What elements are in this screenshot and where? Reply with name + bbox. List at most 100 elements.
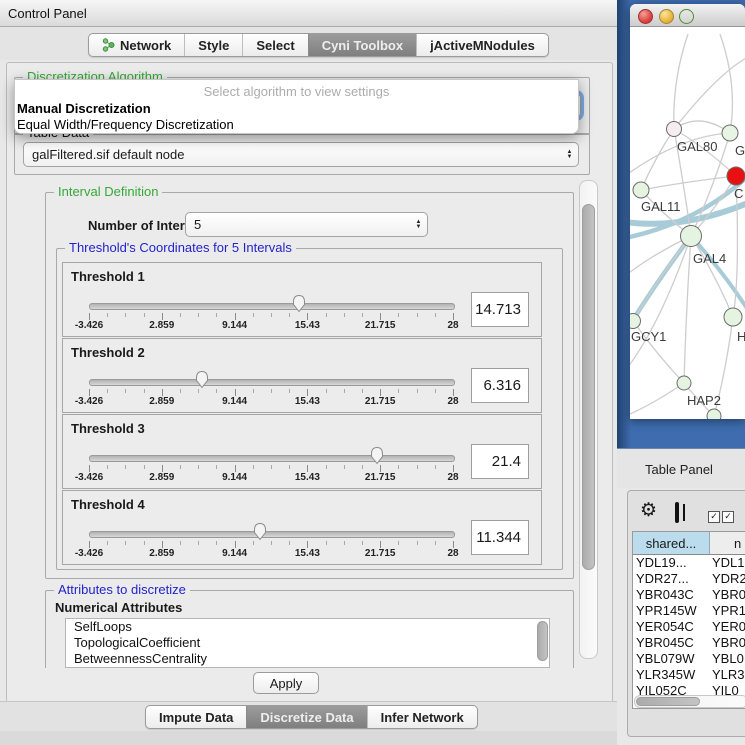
threshold-1-label: Threshold 1 [71,269,145,284]
table-row[interactable]: YLR345WYLR3 [633,667,745,683]
attribute-item-selfloops[interactable]: SelfLoops [66,619,549,635]
threshold-3-label: Threshold 3 [71,421,145,436]
bottom-tab-discretize-data[interactable]: Discretize Data [246,706,366,728]
network-node-label-gcy1: GCY1 [631,329,666,344]
threshold-1-slider-track[interactable] [89,303,455,310]
network-node-label-c: C [734,186,743,201]
threshold-2-slider-thumb[interactable] [194,370,210,389]
slider-tick [435,465,436,469]
slider-tick [362,465,363,469]
top-tab-bar: NetworkStyleSelectCyni ToolboxjActiveMNo… [0,27,617,60]
num-intervals-combo[interactable]: 5 ▲▼ [185,212,428,237]
slider-tick [253,541,254,545]
network-canvas[interactable]: GAL80GACGAL11GAL4HGCY1HAP2 [630,26,745,419]
bottom-tab-infer-network[interactable]: Infer Network [367,706,477,728]
column-header-shared-name[interactable]: shared... [633,532,710,555]
tab-jactivemnodules[interactable]: jActiveMNodules [416,34,548,56]
table-row[interactable]: YBR043CYBR0 [633,587,745,603]
slider-tick-label: 2.859 [149,320,174,331]
popup-item-manual[interactable]: Manual Discretization [17,101,151,116]
column-layout-icon[interactable] [675,502,679,523]
slider-tick [453,313,454,320]
network-node-ga[interactable] [722,125,738,141]
slider-tick-label: 9.144 [222,548,247,559]
slider-tick-label: 15.43 [295,396,320,407]
table-h-scrollbar[interactable] [634,695,745,708]
slider-tick [107,541,108,545]
apply-button[interactable]: Apply [253,672,319,694]
minimize-traffic-light-icon[interactable] [659,9,674,24]
column-header-name[interactable]: n [710,532,745,555]
checkbox-icon: ✓ [722,511,734,523]
slider-tick-label: -3.426 [75,472,103,483]
gear-icon[interactable]: ⚙ [640,501,657,520]
attribute-item-betweennesscentrality[interactable]: BetweennessCentrality [66,651,549,667]
tab-style[interactable]: Style [184,34,242,56]
slider-tick [362,541,363,545]
threshold-4-value-field[interactable]: 11.344 [471,520,529,555]
table-h-scrollbar-thumb[interactable] [636,697,700,706]
table-data-combo[interactable]: galFiltered.sif default node ▲▼ [23,142,579,167]
combo-stepper-icon: ▲▼ [561,150,578,160]
slider-tick [125,313,126,317]
threshold-4-panel: Threshold 4-3.4262.8599.14415.4321.71528… [62,490,542,565]
table-row[interactable]: YBL079WYBL0 [633,651,745,667]
threshold-4-slider-thumb[interactable] [252,522,268,541]
network-node[interactable] [707,409,721,419]
slider-tick-label: 9.144 [222,396,247,407]
network-node-gal4[interactable] [681,226,702,247]
tab-network[interactable]: Network [89,34,184,56]
bottom-strip [0,731,617,745]
bottom-tab-impute-data[interactable]: Impute Data [146,706,246,728]
network-node-c[interactable] [727,167,745,185]
attribute-item-topologicalcoefficient[interactable]: TopologicalCoefficient [66,635,549,651]
table-cell-name: YLR3 [710,667,745,683]
network-node-gal80[interactable] [667,122,682,137]
slider-tick [162,465,163,472]
slider-tick [125,389,126,393]
slider-tick [417,313,418,317]
tab-cyni-toolbox[interactable]: Cyni Toolbox [308,34,416,56]
tab-select[interactable]: Select [242,34,307,56]
table-row[interactable]: YBR045CYBR0 [633,635,745,651]
table-row[interactable]: YDR27...YDR2 [633,571,745,587]
table-row[interactable]: YER054CYER0 [633,619,745,635]
threshold-2-slider-track[interactable] [89,379,455,386]
table-cell-shared-name: YDL19... [633,555,710,571]
slider-tick [89,313,90,320]
close-traffic-light-icon[interactable] [638,9,653,24]
slider-tick [89,541,90,548]
group-title-attributes: Attributes to discretize [54,583,190,597]
attributes-scrollbar-thumb[interactable] [537,621,548,661]
threshold-3-slider-track[interactable] [89,455,455,462]
main-scrollbar-thumb[interactable] [582,204,595,570]
table-row[interactable]: YPR145WYPR1 [633,603,745,619]
network-node-gcy1[interactable] [630,314,641,329]
table-row[interactable]: YDL19...YDL1 [633,555,745,571]
slider-tick [307,465,308,472]
network-node-h[interactable] [724,308,742,326]
threshold-3-slider-thumb[interactable] [369,446,385,465]
network-node-gal11[interactable] [633,182,649,198]
threshold-3-value-field[interactable]: 21.4 [471,444,529,479]
checkbox-filter-icons[interactable]: ✓✓ [708,506,736,524]
threshold-2-value-field[interactable]: 6.316 [471,368,529,403]
slider-tick [107,389,108,393]
network-icon [102,38,115,52]
network-node-hap2[interactable] [677,376,691,390]
slider-tick [380,313,381,320]
numerical-attributes-list[interactable]: SelfLoopsTopologicalCoefficientBetweenne… [65,618,550,668]
threshold-4-slider-track[interactable] [89,531,455,538]
popup-item-equal-width[interactable]: Equal Width/Frequency Discretization [17,117,234,132]
node-table[interactable]: shared... n YDL19...YDL1YDR27...YDR2YBR0… [632,531,745,709]
slider-tick-label: 15.43 [295,548,320,559]
slider-tick [162,313,163,320]
main-scrollbar[interactable] [579,180,598,659]
slider-tick [398,541,399,545]
slider-tick-label: 15.43 [295,472,320,483]
threshold-1-value-field[interactable]: 14.713 [471,292,529,327]
slider-tick [398,389,399,393]
zoom-traffic-light-icon[interactable] [679,9,694,24]
threshold-1-slider-thumb[interactable] [291,294,307,313]
slider-tick [380,465,381,472]
